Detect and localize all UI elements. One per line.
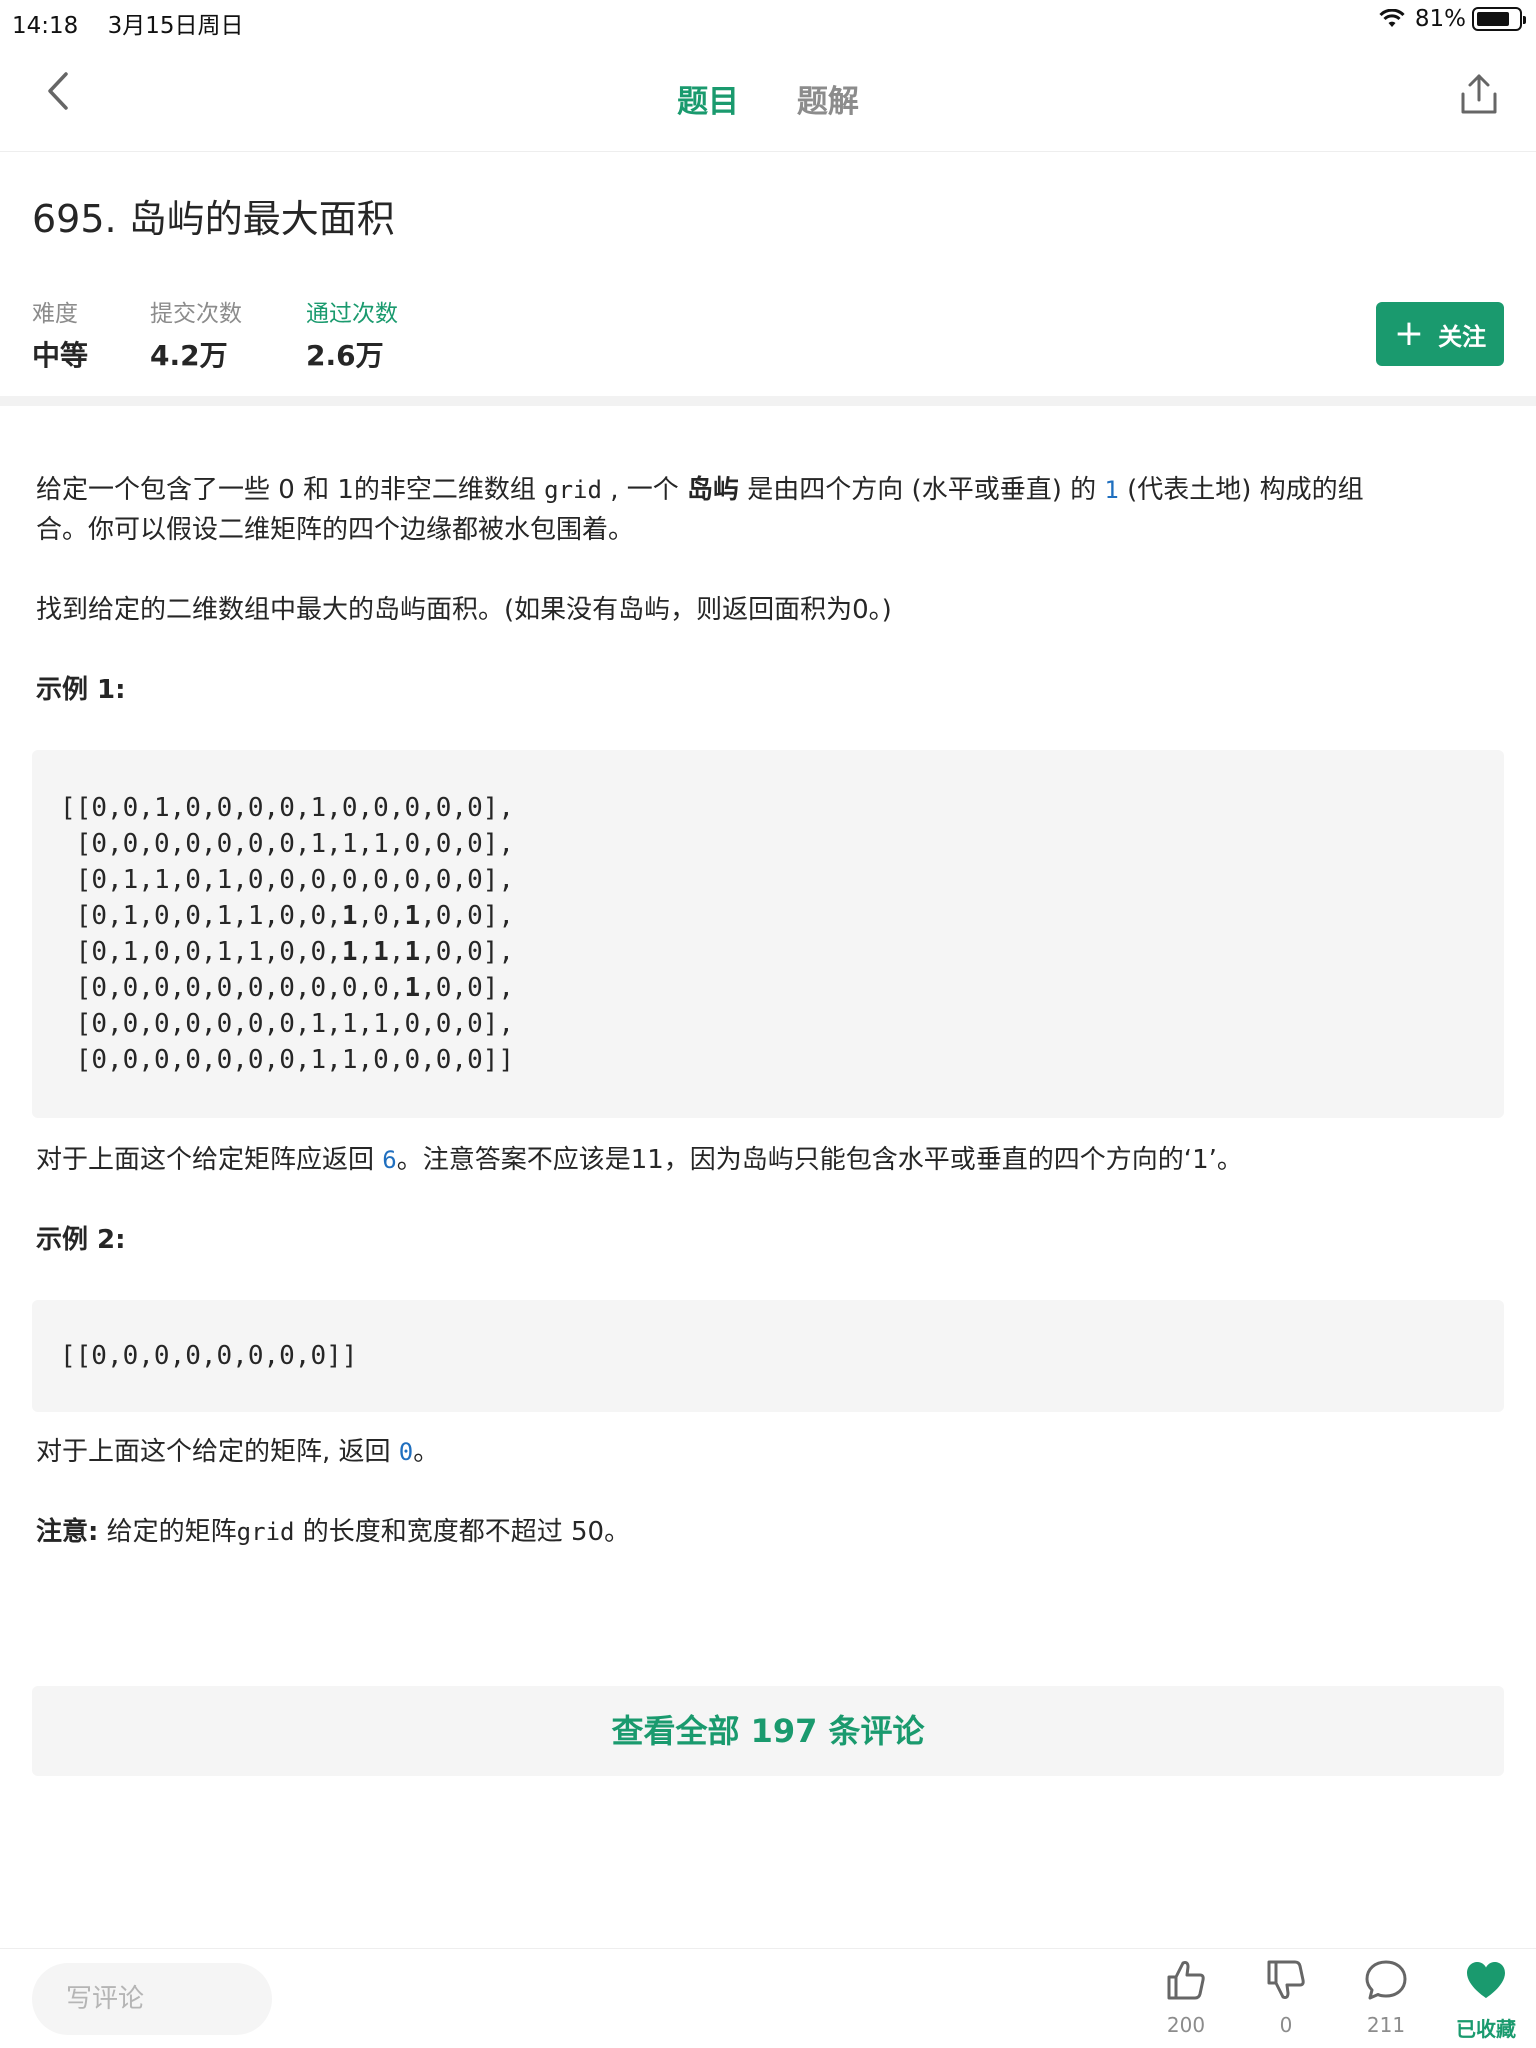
status-left: 14:18 3月15日周日 <box>12 6 266 40</box>
text: 合。你可以假设二维矩阵的四个边缘都被水包围着。 <box>36 515 635 545</box>
accepted-value: 2.6万 <box>306 339 384 372</box>
code-line: [0,0,0,0,0,0,0,1,1,0,0,0,0]] <box>75 1045 515 1075</box>
favorite-label: 已收藏 <box>1456 2017 1516 2041</box>
note-paragraph: 注意: 给定的矩阵grid 的长度和宽度都不超过 50。 <box>36 1512 1500 1552</box>
description-paragraph-4: 对于上面这个给定的矩阵, 返回 0。 <box>36 1432 1500 1472</box>
plus-icon: + <box>1393 313 1425 354</box>
write-comment-input[interactable]: 写评论 <box>32 1963 272 2035</box>
dislike-count: 0 <box>1279 2013 1293 2037</box>
status-right: 81% <box>1379 6 1526 32</box>
heart-icon <box>1467 1962 1505 1998</box>
example-2-code-block: [[0,0,0,0,0,0,0,0]] <box>32 1300 1504 1412</box>
follow-label: 关注 <box>1438 322 1487 351</box>
text: (代表土地) 构成的组 <box>1118 475 1364 505</box>
submissions-value: 4.2万 <box>150 339 228 372</box>
inline-code: 1 <box>1104 476 1119 504</box>
text: 是由四个方向 (水平或垂直) 的 <box>739 475 1105 505</box>
code-line: [0,1,1,0,1,0,0,0,0,0,0,0,0], <box>75 865 515 895</box>
code-line: [0,0,0,0,0,0,0,0,0,0,1,0,0], <box>75 973 515 1003</box>
text: 。 <box>413 1437 440 1467</box>
problem-title: 695. 岛屿的最大面积 <box>32 197 395 241</box>
share-icon[interactable] <box>1458 72 1500 118</box>
text: 给定一个包含了一些 0 和 1的非空二维数组 <box>36 475 545 505</box>
text: , 一个 <box>601 475 688 505</box>
like-count: 200 <box>1166 2013 1206 2037</box>
battery-level <box>1477 12 1509 26</box>
description-paragraph-3: 对于上面这个给定矩阵应返回 6。注意答案不应该是11，因为岛屿只能包含水平或垂直… <box>36 1140 1500 1180</box>
highlighted-cell: 1 <box>341 901 358 931</box>
note-label: 注意: <box>36 1517 99 1547</box>
text: 。注意答案不应该是11，因为岛屿只能包含水平或垂直的四个方向的‘1’。 <box>396 1145 1243 1175</box>
comment-count: 211 <box>1366 2013 1406 2037</box>
code-line: [[0,0,1,0,0,0,0,1,0,0,0,0,0], <box>60 793 515 823</box>
tab-bar: 题目 题解 <box>0 76 1536 121</box>
text: 给定的矩阵 <box>98 1517 237 1547</box>
inline-code: 0 <box>398 1438 414 1466</box>
code-line: [0,1,0,0,1,1,0,0,1,0,1,0,0], <box>75 901 515 931</box>
highlighted-cell: 1 <box>341 937 358 967</box>
text: 的长度和宽度都不超过 50。 <box>294 1517 631 1547</box>
highlighted-cell: 1 <box>404 973 421 1003</box>
top-nav: 题目 题解 <box>0 40 1536 152</box>
inline-code: grid <box>544 476 602 504</box>
example-1-code-block: [[0,0,1,0,0,0,0,1,0,0,0,0,0], [0,0,0,0,0… <box>32 750 1504 1118</box>
battery-percent: 81% <box>1414 6 1466 32</box>
wifi-icon <box>1379 9 1405 27</box>
inline-code: grid <box>236 1518 295 1546</box>
description-paragraph-1: 给定一个包含了一些 0 和 1的非空二维数组 grid , 一个 岛屿 是由四个… <box>36 470 1500 550</box>
bottom-action-bar: 写评论 200 0 211 已收藏 <box>0 1948 1536 2048</box>
favorite-button[interactable]: 已收藏 <box>1446 1957 1526 2042</box>
accepted-label[interactable]: 通过次数 <box>306 294 398 328</box>
dislike-button[interactable]: 0 <box>1246 1957 1326 2037</box>
comment-bubble-icon <box>1365 1960 1407 2000</box>
example-2-title: 示例 2: <box>36 1225 126 1255</box>
code-line: [0,0,0,0,0,0,0,1,1,1,0,0,0], <box>75 829 515 859</box>
comment-button[interactable]: 211 <box>1346 1957 1426 2037</box>
submissions-label: 提交次数 <box>150 301 243 327</box>
status-time: 14:18 <box>12 13 79 39</box>
text: 对于上面这个给定的矩阵, 返回 <box>36 1437 399 1467</box>
tab-solution[interactable]: 题解 <box>797 76 859 121</box>
battery-icon <box>1472 7 1526 31</box>
status-bar: 14:18 3月15日周日 81% <box>0 0 1536 40</box>
like-button[interactable]: 200 <box>1146 1957 1226 2037</box>
submissions-stat: 提交次数 4.2万 <box>150 294 242 374</box>
text: 对于上面这个给定矩阵应返回 <box>36 1145 383 1175</box>
highlighted-cell: 1 <box>373 937 389 967</box>
highlighted-cell: 1 <box>404 937 421 967</box>
thumbs-down-icon <box>1267 1960 1305 1999</box>
thumbs-up-icon <box>1167 1961 1205 2000</box>
inline-code: 6 <box>382 1146 397 1174</box>
difficulty-stat: 难度 中等 <box>32 294 88 374</box>
bold-text: 岛屿 <box>687 475 740 505</box>
follow-button[interactable]: + 关注 <box>1376 302 1504 366</box>
highlighted-cell: 1 <box>404 901 421 931</box>
problem-stats: 难度 中等 提交次数 4.2万 通过次数 2.6万 <box>32 294 460 374</box>
tab-problem[interactable]: 题目 <box>677 76 739 121</box>
description-paragraph-2: 找到给定的二维数组中最大的岛屿面积。(如果没有岛屿，则返回面积为0。) <box>36 595 892 625</box>
problem-description: 给定一个包含了一些 0 和 1的非空二维数组 grid , 一个 岛屿 是由四个… <box>32 470 1504 1592</box>
code-line: [[0,0,0,0,0,0,0,0]] <box>60 1341 358 1371</box>
view-all-comments-button[interactable]: 查看全部 197 条评论 <box>32 1686 1504 1776</box>
accepted-stat: 通过次数 2.6万 <box>306 294 398 374</box>
status-date: 3月15日周日 <box>107 13 244 39</box>
code-line: [0,1,0,0,1,1,0,0,1,1,1,0,0], <box>75 937 515 967</box>
code-line: [0,0,0,0,0,0,0,1,1,1,0,0,0], <box>75 1009 515 1039</box>
example-1-title: 示例 1: <box>36 675 126 705</box>
section-divider <box>0 396 1536 406</box>
difficulty-label: 难度 <box>32 301 78 327</box>
difficulty-value: 中等 <box>32 339 89 372</box>
